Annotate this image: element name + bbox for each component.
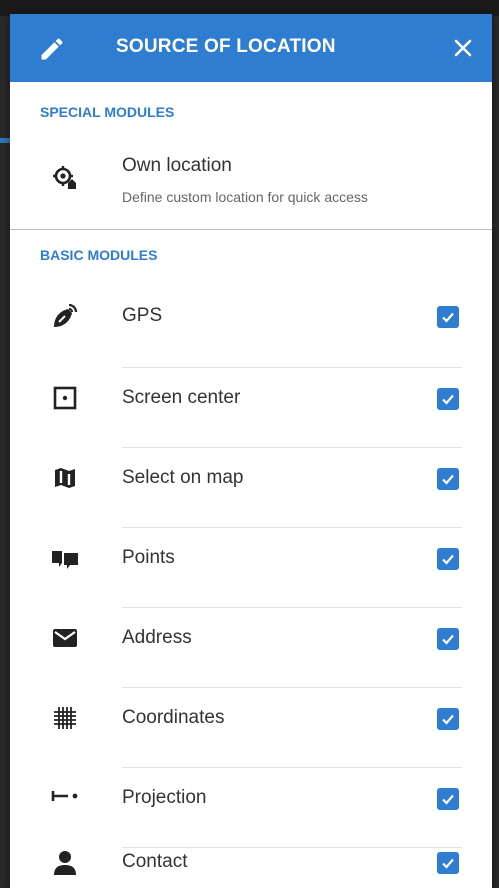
screen-center-label: Screen center (122, 387, 241, 408)
close-icon[interactable] (451, 36, 475, 60)
map-icon (48, 461, 82, 495)
list-item-gps[interactable]: GPS (10, 285, 492, 363)
own-location-label: Own location (122, 155, 232, 176)
coordinates-checkbox[interactable] (437, 708, 459, 730)
pencil-icon (38, 35, 66, 63)
person-icon (48, 845, 82, 879)
points-checkbox[interactable] (437, 548, 459, 570)
list-item-points[interactable]: Points (10, 527, 492, 605)
list-item-coordinates[interactable]: Coordinates (10, 687, 492, 765)
own-location-icon (48, 161, 82, 195)
gps-label: GPS (122, 305, 163, 326)
grid-icon (48, 701, 82, 735)
contact-checkbox[interactable] (437, 852, 459, 874)
dialog-title: SOURCE OF LOCATION (116, 36, 336, 57)
points-label: Points (122, 547, 175, 568)
projection-label: Projection (122, 787, 207, 808)
list-item-address[interactable]: Address (10, 607, 492, 685)
address-label: Address (122, 627, 192, 648)
contact-label: Contact (122, 851, 188, 872)
points-icon (48, 541, 82, 575)
screen-center-checkbox[interactable] (437, 388, 459, 410)
list-item-contact[interactable]: Contact (10, 837, 492, 888)
list-item-screen-center[interactable]: Screen center (10, 367, 492, 445)
address-checkbox[interactable] (437, 628, 459, 650)
list-item-own-location[interactable]: Own location Define custom location for … (10, 149, 492, 229)
select-on-map-label: Select on map (122, 467, 244, 488)
select-on-map-checkbox[interactable] (437, 468, 459, 490)
satellite-icon (48, 299, 82, 333)
basic-modules-heading: BASIC MODULES (40, 247, 158, 263)
own-location-sublabel: Define custom location for quick access (122, 189, 368, 205)
coordinates-label: Coordinates (122, 707, 225, 728)
dialog-header: SOURCE OF LOCATION (10, 14, 492, 82)
special-modules-heading: SPECIAL MODULES (40, 104, 175, 120)
list-item-projection[interactable]: Projection (10, 767, 492, 845)
gps-checkbox[interactable] (437, 306, 459, 328)
list-item-select-on-map[interactable]: Select on map (10, 447, 492, 525)
envelope-icon (48, 621, 82, 655)
projection-icon (48, 779, 82, 813)
source-of-location-dialog: SOURCE OF LOCATION SPECIAL MODULES Own l… (10, 14, 492, 888)
screen-center-icon (48, 381, 82, 415)
section-divider (10, 229, 492, 230)
projection-checkbox[interactable] (437, 788, 459, 810)
